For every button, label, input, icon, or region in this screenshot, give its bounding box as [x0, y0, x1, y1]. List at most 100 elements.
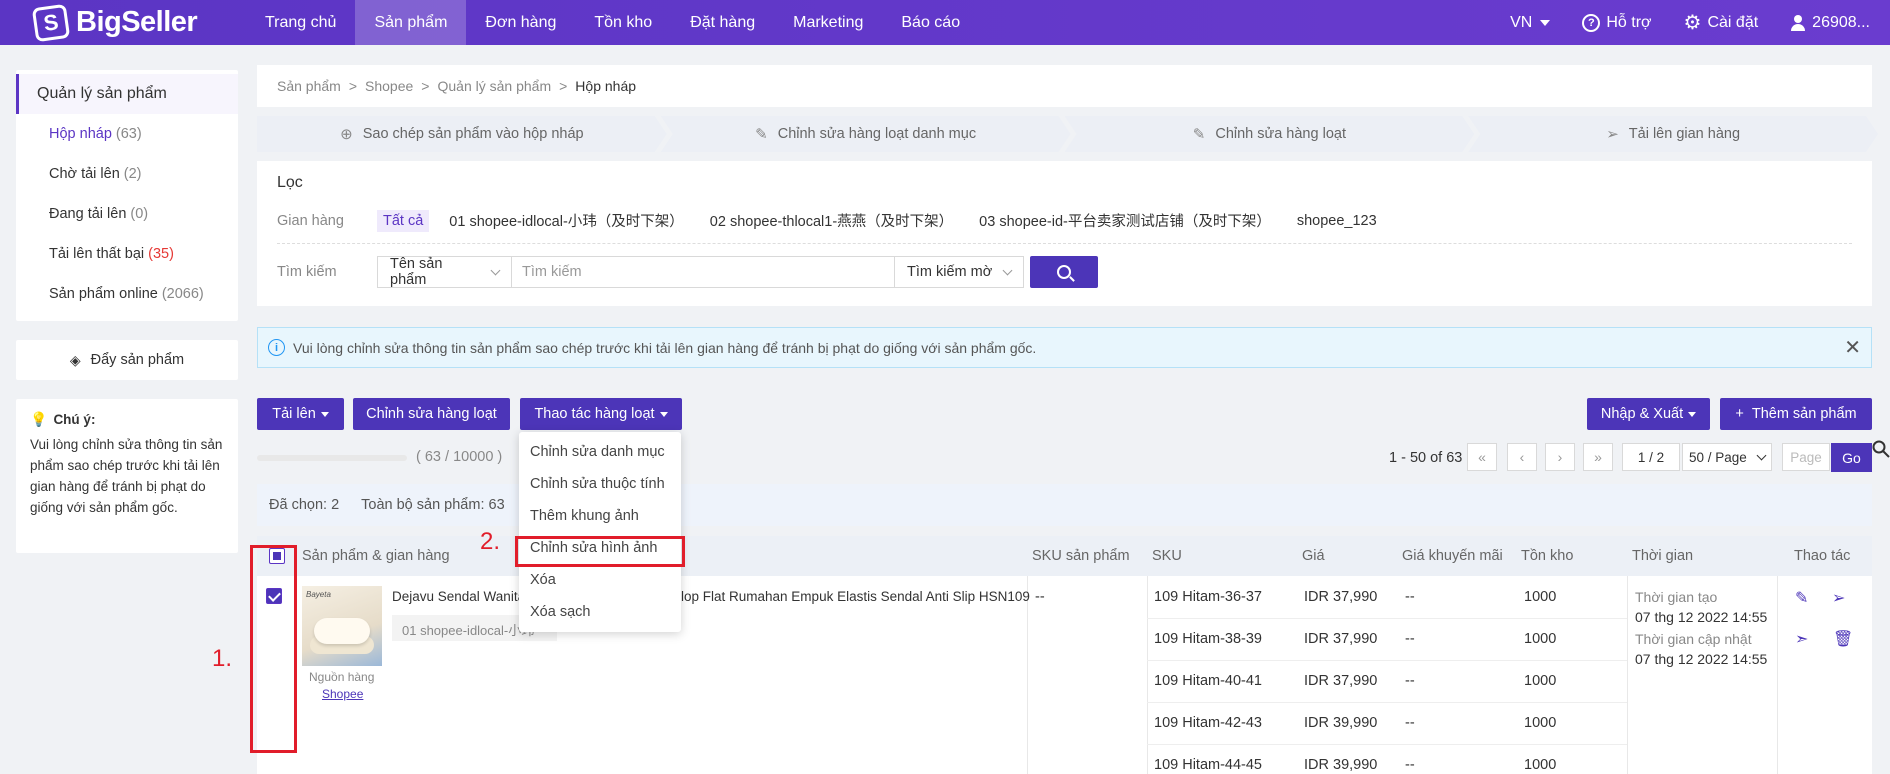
- source-link[interactable]: Shopee: [322, 687, 363, 701]
- nav-purchase[interactable]: Đặt hàng: [671, 0, 774, 45]
- menu-item-add-image-frame[interactable]: Thêm khung ảnh: [519, 500, 681, 532]
- sidebar-item-pending-upload[interactable]: Chờ tải lên (2): [16, 154, 238, 194]
- menu-item-edit-category[interactable]: Chỉnh sửa danh mục: [519, 436, 681, 468]
- sidebar-item-count: (35): [148, 246, 174, 262]
- column-divider: [1027, 576, 1028, 774]
- breadcrumb-item[interactable]: Quản lý sản phẩm: [437, 78, 551, 94]
- upload-label: Tải lên: [272, 406, 316, 422]
- table-row: Bayeta Dejavu Sendal Wanita lop Flat Rum…: [257, 576, 1872, 774]
- add-product-label: Thêm sản phẩm: [1751, 406, 1857, 422]
- menu-item-delete[interactable]: Xóa: [519, 564, 681, 596]
- row-divider: [1147, 744, 1627, 745]
- user-icon: [1790, 14, 1806, 31]
- per-page-value: 50 / Page: [1689, 449, 1747, 465]
- first-page-button[interactable]: «: [1467, 443, 1497, 471]
- source-label: Nguồn hàng: [309, 670, 375, 684]
- language-label: VN: [1510, 13, 1533, 31]
- edit-icon: ✎: [755, 126, 768, 143]
- menu-item-edit-attributes[interactable]: Chỉnh sửa thuộc tính: [519, 468, 681, 500]
- publish-icon[interactable]: ➣: [1795, 629, 1808, 649]
- import-export-label: Nhập & Xuất: [1600, 406, 1684, 422]
- next-page-button[interactable]: ›: [1545, 443, 1575, 471]
- push-products-label: Đẩy sản phẩm: [90, 352, 185, 368]
- search-icon[interactable]: [1872, 440, 1890, 458]
- product-title-right[interactable]: lop Flat Rumahan Empuk Elastis Sendal An…: [681, 589, 1030, 604]
- per-page-select[interactable]: 50 / Page: [1682, 443, 1772, 471]
- breadcrumb-item[interactable]: Sản phẩm: [277, 78, 341, 94]
- search-mode-select[interactable]: Tìm kiếm mờ: [894, 256, 1024, 288]
- store-chip[interactable]: shopee_123: [1291, 210, 1383, 232]
- step-bulk-category[interactable]: ✎ Chỉnh sửa hàng loạt danh mục: [661, 116, 1071, 152]
- bulk-edit-button[interactable]: Chỉnh sửa hàng loạt: [353, 398, 510, 430]
- store-filter-label: Gian hàng: [277, 212, 344, 229]
- product-title-left[interactable]: Dejavu Sendal Wanita: [392, 589, 525, 604]
- nav-home[interactable]: Trang chủ: [246, 0, 355, 45]
- variant-price: IDR 39,990: [1304, 757, 1378, 773]
- search-field-select[interactable]: Tên sản phẩm: [377, 256, 512, 288]
- store-chip[interactable]: 01 shopee-idlocal-小玮（及时下架）: [443, 207, 690, 234]
- nav-orders[interactable]: Đơn hàng: [466, 0, 575, 45]
- go-button[interactable]: Go: [1831, 443, 1872, 472]
- push-products-button[interactable]: ◈ Đẩy sản phẩm: [16, 340, 238, 380]
- nav-products[interactable]: Sản phẩm: [355, 0, 467, 45]
- sidebar-item-drafts[interactable]: Hộp nháp (63): [16, 114, 238, 154]
- language-select[interactable]: VN: [1510, 13, 1551, 32]
- last-page-button[interactable]: »: [1583, 443, 1613, 471]
- variant-sku: 109 Hitam-36-37: [1154, 589, 1262, 605]
- variant-stock: 1000: [1524, 715, 1557, 731]
- step-bulk-edit[interactable]: ✎ Chỉnh sửa hàng loạt: [1065, 116, 1475, 152]
- settings-link[interactable]: ⚙ Cài đặt: [1684, 10, 1759, 35]
- page-input[interactable]: Page: [1782, 443, 1830, 471]
- alert-text: Vui lòng chỉnh sửa thông tin sản phẩm sa…: [293, 339, 1037, 356]
- store-chip[interactable]: 03 shopee-id-平台卖家测试店铺（及时下架）: [973, 207, 1277, 234]
- row-divider: [1147, 660, 1627, 661]
- search-label: Tìm kiếm: [277, 264, 337, 280]
- breadcrumb-item[interactable]: Shopee: [365, 78, 413, 94]
- help-link[interactable]: ? Hỗ trợ: [1582, 13, 1652, 32]
- add-product-button[interactable]: + Thêm sản phẩm: [1720, 398, 1872, 430]
- trash-icon[interactable]: 🗑: [1833, 629, 1853, 649]
- filter-divider: [277, 243, 1852, 244]
- send-icon[interactable]: ➢: [1832, 588, 1845, 608]
- search-field-value: Tên sản phẩm: [390, 256, 443, 288]
- search-button[interactable]: [1030, 256, 1098, 288]
- variant-promo: --: [1405, 589, 1415, 605]
- menu-item-delete-all[interactable]: Xóa sạch: [519, 596, 681, 628]
- sidebar-item-count: (63): [115, 126, 142, 142]
- top-nav: S BigSeller Trang chủ Sản phẩm Đơn hàng …: [0, 0, 1890, 45]
- product-thumbnail[interactable]: Bayeta: [302, 586, 382, 666]
- close-icon[interactable]: ✕: [1844, 335, 1861, 360]
- nav-reports[interactable]: Báo cáo: [882, 0, 979, 45]
- sidebar-menu: Quản lý sản phẩm Hộp nháp (63) Chờ tải lê…: [16, 70, 238, 321]
- chevron-down-icon: [1540, 19, 1551, 26]
- sidebar-heading[interactable]: Quản lý sản phẩm: [16, 74, 238, 114]
- sidebar-item-online-products[interactable]: Sản phẩm online (2066): [16, 274, 238, 314]
- search-input[interactable]: Tìm kiếm: [512, 256, 894, 288]
- settings-label: Cài đặt: [1707, 13, 1759, 31]
- nav-inventory[interactable]: Tồn kho: [575, 0, 671, 45]
- sidebar-item-upload-failed[interactable]: Tải lên thất bại (35): [16, 234, 238, 274]
- logo[interactable]: S BigSeller: [31, 3, 234, 42]
- step-upload[interactable]: ➢ Tải lên gian hàng: [1468, 116, 1878, 152]
- upload-button[interactable]: Tải lên: [257, 398, 344, 430]
- import-export-button[interactable]: Nhập & Xuất: [1587, 398, 1710, 430]
- store-chip-all[interactable]: Tất cả: [377, 209, 430, 232]
- step-copy[interactable]: ⊕ Sao chép sản phẩm vào hộp nháp: [257, 116, 667, 152]
- variant-promo: --: [1405, 631, 1415, 647]
- store-chip[interactable]: 02 shopee-thlocal1-燕燕（及时下架）: [704, 207, 959, 234]
- annotation-step-1: 1.: [212, 645, 233, 672]
- search-icon: [1057, 265, 1071, 279]
- sidebar-item-uploading[interactable]: Đang tải lên (0): [16, 194, 238, 234]
- nav-marketing[interactable]: Marketing: [774, 0, 882, 45]
- annotation-step-2: 2.: [480, 528, 501, 555]
- prev-page-button[interactable]: ‹: [1507, 443, 1537, 471]
- bulk-action-button[interactable]: Thao tác hàng loạt: [520, 398, 682, 430]
- step-label: Chỉnh sửa hàng loạt: [1215, 126, 1346, 142]
- edit-icon[interactable]: ✎: [1795, 588, 1808, 608]
- breadcrumb: Sản phẩm > Shopee > Quản lý sản phẩm > Hộp …: [257, 65, 1872, 107]
- sidebar-item-label: Tải lên thất bại: [49, 246, 145, 262]
- created-label: Thời gian tạo: [1635, 589, 1718, 605]
- variant-sku: 109 Hitam-44-45: [1154, 757, 1262, 773]
- lightbulb-icon: 💡: [30, 411, 48, 427]
- user-menu[interactable]: 26908...: [1790, 14, 1870, 32]
